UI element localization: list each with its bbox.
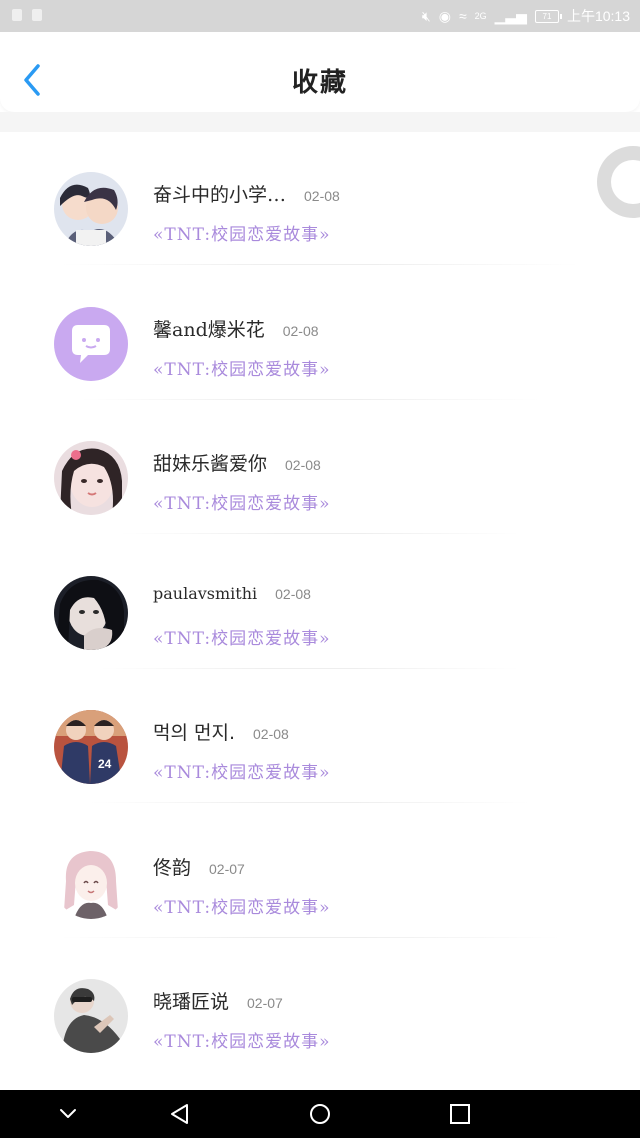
app-notification-icon <box>12 9 22 21</box>
story-title[interactable]: «TNT:校园恋爱故事» <box>153 758 330 783</box>
status-time: 上午10:13 <box>566 8 630 24</box>
signal-icon: ▁▃▅ <box>494 8 527 24</box>
post-date: 02-07 <box>247 995 283 1011</box>
favorite-item[interactable]: 奋斗中的小学… 02-08 «TNT:校园恋爱故事» <box>0 132 640 267</box>
nav-back-button[interactable] <box>160 1100 200 1128</box>
name-line: 甜妹乐酱爱你 02-08 <box>153 449 321 476</box>
avatar[interactable] <box>54 979 128 1053</box>
battery-level: 71 <box>542 11 552 21</box>
divider <box>60 936 560 938</box>
name-line: paulavsmithi 02-08 <box>153 584 311 603</box>
story-title[interactable]: «TNT:校园恋爱故事» <box>153 893 330 918</box>
battery-icon: 71 <box>534 9 562 23</box>
circle-home-icon <box>310 1104 330 1124</box>
avatar[interactable] <box>54 575 128 650</box>
avatar[interactable] <box>54 844 128 919</box>
user-name[interactable]: 晓璠匠说 <box>153 987 229 1014</box>
avatar[interactable] <box>54 172 128 246</box>
header-separator <box>0 112 640 132</box>
post-date: 02-08 <box>304 188 340 204</box>
user-name[interactable]: 먹의 먼지. <box>153 718 235 745</box>
chevron-down-icon <box>60 1109 76 1118</box>
status-right: 🔇︎ ◉ ≈ 2G ▁▃▅ 71 上午10:13 <box>422 7 630 25</box>
favorite-item[interactable]: 佟韵 02-07 «TNT:校园恋爱故事» <box>0 805 640 940</box>
story-title[interactable]: «TNT:校园恋爱故事» <box>153 220 330 245</box>
page-header: 收藏 <box>0 32 640 112</box>
favorite-item[interactable]: 馨and爆米花 02-08 «TNT:校园恋爱故事» <box>0 267 640 402</box>
favorite-item[interactable]: paulavsmithi 02-08 «TNT:校园恋爱故事» <box>0 536 640 671</box>
name-line: 먹의 먼지. 02-08 <box>153 718 289 745</box>
post-date: 02-08 <box>253 726 289 742</box>
name-line: 晓璠匠说 02-07 <box>153 987 283 1014</box>
divider <box>100 667 520 669</box>
post-date: 02-07 <box>209 860 245 877</box>
favorite-item[interactable]: 甜妹乐酱爱你 02-08 «TNT:校园恋爱故事» <box>0 401 640 536</box>
divider <box>120 533 520 534</box>
story-title[interactable]: «TNT:校园恋爱故事» <box>153 489 330 514</box>
divider <box>80 398 540 400</box>
favorite-item[interactable]: 24 먹의 먼지. 02-08 «TNT:校园恋爱故事» <box>0 670 640 805</box>
post-date: 02-08 <box>282 322 319 339</box>
svg-text:24: 24 <box>98 757 112 771</box>
user-name[interactable]: 甜妹乐酱爱你 <box>153 449 267 476</box>
nav-recent-button[interactable] <box>440 1100 480 1128</box>
avatar[interactable]: 24 <box>54 710 128 784</box>
eye-icon: ◉ <box>438 8 451 24</box>
app-notification-icon <box>32 9 42 21</box>
nav-home-button[interactable] <box>300 1100 340 1128</box>
status-bar: 🔇︎ ◉ ≈ 2G ▁▃▅ 71 上午10:13 <box>0 0 640 32</box>
avatar[interactable] <box>54 306 128 381</box>
favorite-item[interactable]: 晓璠匠说 02-07 «TNT:校园恋爱故事» <box>0 939 640 1074</box>
user-name[interactable]: 佟韵 <box>153 853 191 880</box>
avatar[interactable] <box>54 441 128 515</box>
network-type: 2G <box>474 11 487 21</box>
mute-icon: 🔇︎ <box>421 8 431 24</box>
favorites-list: 奋斗中的小学… 02-08 «TNT:校园恋爱故事» 馨and爆米花 02-08… <box>0 132 640 1074</box>
user-name[interactable]: 馨and爆米花 <box>153 315 265 342</box>
system-navigation-bar <box>0 1090 640 1138</box>
story-title[interactable]: «TNT:校园恋爱故事» <box>153 355 330 380</box>
user-name[interactable]: 奋斗中的小学… <box>153 180 286 207</box>
name-line: 奋斗中的小学… 02-08 <box>153 180 340 207</box>
nav-collapse-button[interactable] <box>48 1100 88 1128</box>
story-title[interactable]: «TNT:校园恋爱故事» <box>153 624 330 649</box>
triangle-back-icon <box>171 1104 188 1124</box>
story-title[interactable]: «TNT:校园恋爱故事» <box>153 1027 330 1052</box>
post-date: 02-08 <box>275 585 311 602</box>
divider <box>90 802 530 803</box>
notification-icons <box>12 9 42 21</box>
name-line: 佟韵 02-07 <box>153 853 245 880</box>
post-date: 02-08 <box>285 457 321 473</box>
page-title: 收藏 <box>291 68 348 98</box>
name-line: 馨and爆米花 02-08 <box>153 315 319 342</box>
divider <box>60 264 580 265</box>
wifi-icon: ≈ <box>458 8 467 24</box>
square-recent-icon <box>450 1104 470 1124</box>
user-name[interactable]: paulavsmithi <box>153 584 257 603</box>
